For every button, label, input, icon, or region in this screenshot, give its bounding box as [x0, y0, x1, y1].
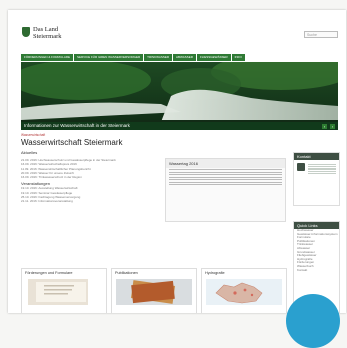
news-item[interactable]: 16.09. 2016: Trinkwasserschutz in der Re… — [21, 175, 161, 179]
search-label: Suche — [307, 33, 317, 37]
text-line — [308, 168, 336, 170]
brand-logo[interactable]: Das Land Steiermark — [22, 26, 62, 40]
kontakt-heading: Kontakt — [294, 153, 339, 160]
aktuelles-list: 21.09. 2016: Hochwasserschutz und Gewäss… — [21, 158, 161, 204]
main-nav: FÖRDERUNGEN & FORMULARE SERVICE FÜR IHRE… — [21, 54, 338, 61]
page-title: Wasserwirtschaft Steiermark — [21, 138, 123, 147]
kontakt-content — [294, 160, 339, 178]
text-line — [169, 174, 282, 176]
text-line — [169, 171, 282, 173]
nav-item-abwasser[interactable]: ABWASSER — [173, 54, 196, 61]
wassertag-box: Wassertag 2016 — [165, 158, 286, 222]
text-line — [308, 164, 336, 166]
hero-image — [21, 62, 338, 130]
card-publikationen[interactable]: Publikationen — [111, 268, 197, 313]
text-line — [308, 166, 336, 168]
hero-caption: Informationen zur Wasserwirtschaft in de… — [21, 122, 338, 130]
breadcrumb[interactable]: Wasserwirtschaft — [21, 133, 45, 137]
nav-item-foerderungen[interactable]: FÖRDERUNGEN & FORMULARE — [21, 54, 74, 61]
card-foerderungen[interactable]: Förderungen und Formulare — [21, 268, 107, 313]
hero-caption-text: Informationen zur Wasserwirtschaft in de… — [24, 123, 130, 128]
contact-icon — [297, 163, 305, 171]
text-line — [169, 184, 282, 186]
text-line — [169, 179, 282, 181]
quicklink-item[interactable]: Kontakt — [294, 269, 339, 273]
brand-name: Das Land Steiermark — [33, 26, 62, 40]
publications-image — [116, 279, 192, 305]
kontakt-lines — [308, 163, 336, 175]
text-line — [169, 176, 282, 178]
nav-item-service[interactable]: SERVICE FÜR IHREN WASSERVERSORGER — [74, 54, 144, 61]
search-field[interactable]: Suche — [304, 31, 338, 38]
hydrography-map-image — [206, 279, 282, 305]
wassertag-title: Wassertag 2016 — [166, 159, 285, 168]
text-line — [169, 169, 282, 171]
text-line — [308, 172, 336, 174]
coat-of-arms-icon — [22, 27, 30, 37]
next-slide-button[interactable]: › — [330, 123, 335, 129]
card-hydrografie[interactable]: Hydrografie — [201, 268, 287, 313]
forms-image — [28, 279, 88, 305]
website-page: Das Land Steiermark Suche FÖRDERUNGEN & … — [8, 10, 346, 313]
kontakt-box: Kontakt — [293, 152, 340, 206]
waterfall-photo — [21, 62, 338, 130]
aktuelles-heading: Aktuelles — [21, 150, 38, 155]
quicklinks-heading: Quick Links — [294, 222, 339, 229]
feature-cards: Förderungen und Formulare Publikationen … — [21, 268, 287, 313]
chat-circle-button[interactable] — [286, 294, 340, 348]
prev-slide-button[interactable]: ‹ — [322, 123, 327, 129]
nav-item-info[interactable]: INFO — [231, 54, 245, 61]
brand-line2: Steiermark — [33, 32, 62, 40]
text-line — [169, 181, 282, 183]
nav-item-trinkwasser[interactable]: TRINKWASSER — [144, 54, 173, 61]
text-line — [308, 170, 336, 172]
event-item[interactable]: 21.11. 2016: Informationsveranstaltung — [21, 199, 161, 203]
nav-item-fliessgewaesser[interactable]: FLIESSGEWÄSSER — [196, 54, 231, 61]
